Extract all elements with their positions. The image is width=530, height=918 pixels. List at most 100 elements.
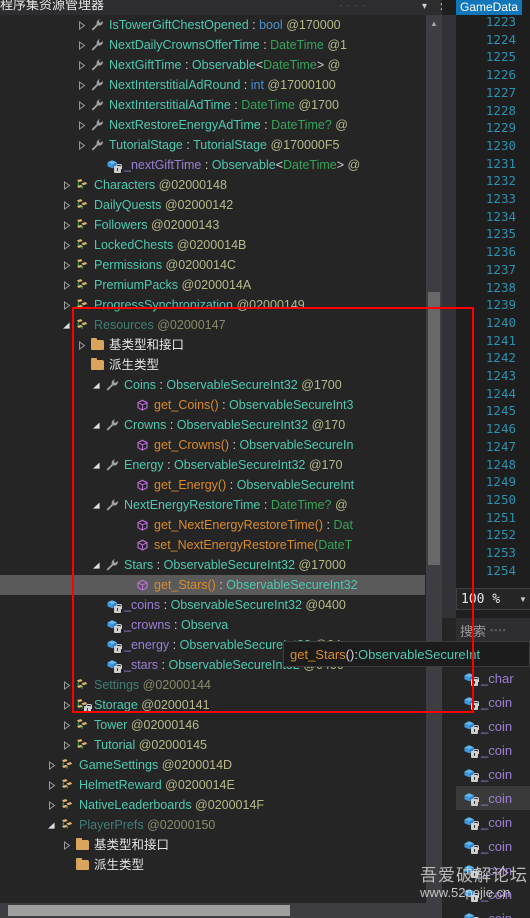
tree-expander-expanded[interactable] xyxy=(45,815,58,835)
tree-row[interactable]: TutorialStage : TutorialStage @170000F5 xyxy=(0,135,425,155)
tree-expander-collapsed[interactable] xyxy=(60,235,73,255)
window-title: 程序集资源管理器 xyxy=(0,0,105,12)
tree-row[interactable]: Tutorial @02000145 xyxy=(0,735,425,755)
tree-row[interactable]: NextRestoreEnergyAdTime : DateTime? @ xyxy=(0,115,425,135)
members-list-item-label: _coin xyxy=(481,718,513,734)
tree-row[interactable]: Energy : ObservableSecureInt32 @170 xyxy=(0,455,425,475)
tree-expander-expanded[interactable] xyxy=(90,495,103,515)
tree-row[interactable]: LockedChests @0200014B xyxy=(0,235,425,255)
tree-row[interactable]: _coins : ObservableSecureInt32 @0400 xyxy=(0,595,425,615)
tree-expander-collapsed[interactable] xyxy=(60,835,73,855)
tree-expander-expanded[interactable] xyxy=(60,315,73,335)
tree-row[interactable]: set_NextEnergyRestoreTime(DateT xyxy=(0,535,425,555)
tree-expander-collapsed[interactable] xyxy=(75,35,88,55)
tree-expander-collapsed[interactable] xyxy=(60,715,73,735)
tree-expander-collapsed[interactable] xyxy=(75,335,88,355)
tree-expander-collapsed[interactable] xyxy=(75,115,88,135)
tree-row-label: TutorialStage : TutorialStage @170000F5 xyxy=(109,138,340,152)
members-list-item[interactable]: _coin xyxy=(456,738,530,762)
chevron-down-icon[interactable]: ▼ xyxy=(515,595,530,604)
tree-row[interactable]: get_Coins() : ObservableSecureInt3 xyxy=(0,395,425,415)
minimize-icon[interactable]: ▾ xyxy=(416,0,433,14)
tree-row[interactable]: Stars : ObservableSecureInt32 @17000 xyxy=(0,555,425,575)
tree-expander-expanded[interactable] xyxy=(90,375,103,395)
tree-expander-collapsed[interactable] xyxy=(60,295,73,315)
tree-expander-expanded[interactable] xyxy=(90,455,103,475)
tree-expander-collapsed[interactable] xyxy=(60,255,73,275)
tree-row[interactable]: get_Energy() : ObservableSecureInt xyxy=(0,475,425,495)
members-list-item[interactable]: _coin xyxy=(456,810,530,834)
tree-expander-collapsed[interactable] xyxy=(75,55,88,75)
tree-horizontal-scrollbar[interactable] xyxy=(0,903,455,918)
tree-expander-collapsed[interactable] xyxy=(45,795,58,815)
tree-row[interactable]: NextEnergyRestoreTime : DateTime? @ xyxy=(0,495,425,515)
class-icon xyxy=(73,195,91,215)
tree-expander-expanded[interactable] xyxy=(90,555,103,575)
tree-row[interactable]: IsTowerGiftChestOpened : bool @170000 xyxy=(0,15,425,35)
tree-row[interactable]: 派生类型 xyxy=(0,855,425,875)
tree-row[interactable]: Tower @02000146 xyxy=(0,715,425,735)
tree-row[interactable]: NativeLeaderboards @0200014F xyxy=(0,795,425,815)
tree-row[interactable]: 基类型和接口 xyxy=(0,335,425,355)
hscrollbar-thumb[interactable] xyxy=(8,905,290,916)
editor-tab-gamedata[interactable]: GameData xyxy=(456,0,523,15)
scrollbar-thumb[interactable] xyxy=(428,292,440,565)
tree-expander-collapsed[interactable] xyxy=(60,195,73,215)
tree-row[interactable]: NextInterstitialAdTime : DateTime @1700 xyxy=(0,95,425,115)
tree-expander-collapsed[interactable] xyxy=(75,75,88,95)
tree-row[interactable]: NextDailyCrownsOfferTime : DateTime @1 xyxy=(0,35,425,55)
members-list-item[interactable]: _char xyxy=(456,666,530,690)
scroll-up-icon[interactable]: ▲ xyxy=(426,15,442,31)
tree-row[interactable]: get_Stars() : ObservableSecureInt32 xyxy=(0,575,425,595)
tooltip-return-type: ObservableSecureInt xyxy=(357,646,481,662)
tree-row[interactable]: 派生类型 xyxy=(0,355,425,375)
members-list-item[interactable]: _coin xyxy=(456,882,530,906)
tree-expander-collapsed[interactable] xyxy=(45,775,58,795)
tree-row[interactable]: PlayerPrefs @02000150 xyxy=(0,815,425,835)
tree-row[interactable]: ProgressSynchronization @02000149 xyxy=(0,295,425,315)
tree-row[interactable]: Storage @02000141 xyxy=(0,695,425,715)
tree-row[interactable]: _crowns : Observa xyxy=(0,615,425,635)
tree-expander-expanded[interactable] xyxy=(90,415,103,435)
tree-row[interactable]: Crowns : ObservableSecureInt32 @170 xyxy=(0,415,425,435)
members-list[interactable]: _char _coin _coin _coin _coin _coin _coin _coin… xyxy=(456,666,530,918)
search-input[interactable]: 搜索 ▪▪▪▪ xyxy=(456,618,530,642)
members-list-item[interactable]: _coin xyxy=(456,762,530,786)
assembly-tree[interactable]: IsTowerGiftChestOpened : bool @170000 Nex… xyxy=(0,15,425,903)
tree-expander-collapsed[interactable] xyxy=(60,675,73,695)
tree-row[interactable]: Followers @02000143 xyxy=(0,215,425,235)
zoom-level-combobox[interactable]: 100 % ▼ xyxy=(456,588,530,610)
tree-expander-collapsed[interactable] xyxy=(60,175,73,195)
tree-row[interactable]: HelmetReward @0200014E xyxy=(0,775,425,795)
members-list-item[interactable]: _coin xyxy=(456,858,530,882)
members-list-item[interactable]: _coin xyxy=(456,834,530,858)
tree-expander-collapsed[interactable] xyxy=(60,215,73,235)
tree-row[interactable]: 基类型和接口 xyxy=(0,835,425,855)
tree-expander-collapsed[interactable] xyxy=(75,95,88,115)
tree-row[interactable]: GameSettings @0200014D xyxy=(0,755,425,775)
tree-row[interactable]: NextInterstitialAdRound : int @17000100 xyxy=(0,75,425,95)
tree-expander-collapsed[interactable] xyxy=(60,735,73,755)
tree-expander-collapsed[interactable] xyxy=(45,755,58,775)
property-icon xyxy=(88,15,106,35)
members-list-item[interactable]: _coin xyxy=(456,714,530,738)
tree-row[interactable]: Settings @02000144 xyxy=(0,675,425,695)
members-list-item[interactable]: _coin xyxy=(456,906,530,918)
tree-expander-collapsed[interactable] xyxy=(60,695,73,715)
tree-vertical-scrollbar[interactable]: ▲ xyxy=(426,15,442,903)
tree-row[interactable]: _nextGiftTime : Observable<DateTime> @ xyxy=(0,155,425,175)
tree-row[interactable]: Characters @02000148 xyxy=(0,175,425,195)
tree-row[interactable]: Resources @02000147 xyxy=(0,315,425,335)
tree-row[interactable]: DailyQuests @02000142 xyxy=(0,195,425,215)
tree-row[interactable]: NextGiftTime : Observable<DateTime> @ xyxy=(0,55,425,75)
tree-expander-collapsed[interactable] xyxy=(60,275,73,295)
members-list-item[interactable]: _coin xyxy=(456,786,530,810)
tree-expander-collapsed[interactable] xyxy=(75,15,88,35)
tree-row[interactable]: get_Crowns() : ObservableSecureIn xyxy=(0,435,425,455)
tree-row[interactable]: Permissions @0200014C xyxy=(0,255,425,275)
tree-row[interactable]: PremiumPacks @0200014A xyxy=(0,275,425,295)
tree-row[interactable]: Coins : ObservableSecureInt32 @1700 xyxy=(0,375,425,395)
tree-expander-collapsed[interactable] xyxy=(75,135,88,155)
members-list-item[interactable]: _coin xyxy=(456,690,530,714)
tree-row[interactable]: get_NextEnergyRestoreTime() : Dat xyxy=(0,515,425,535)
